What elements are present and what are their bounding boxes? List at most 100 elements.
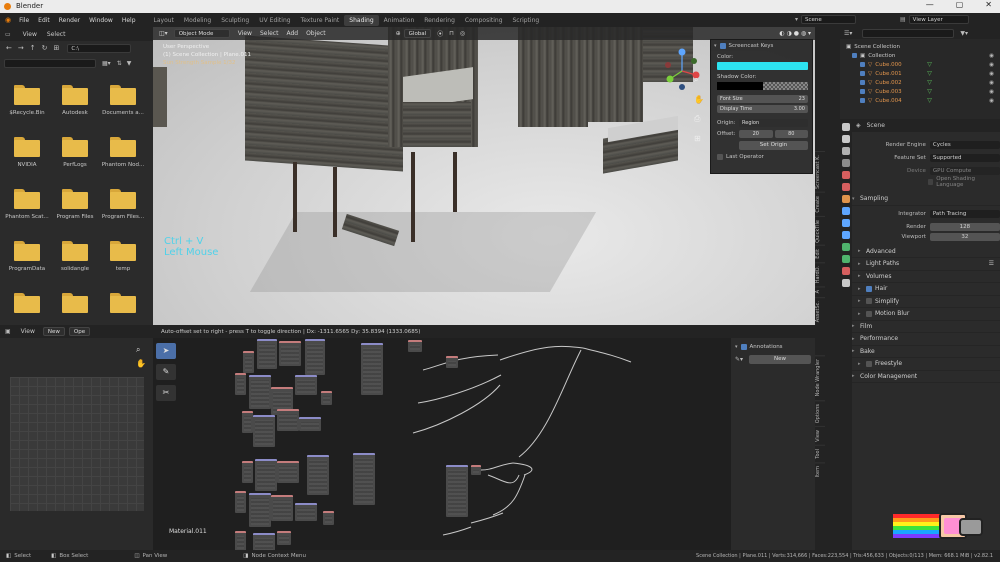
tab-animation[interactable]: Animation: [379, 15, 420, 26]
display-time-field[interactable]: Display Time 3.00: [717, 105, 808, 113]
vp-menu-select[interactable]: Select: [260, 30, 279, 37]
viewport-sidebar-tab[interactable]: Edit: [815, 245, 825, 263]
forward-arrow-icon[interactable]: →: [18, 44, 24, 52]
visibility-eye-icon[interactable]: ◉: [989, 89, 994, 95]
exclude-checkbox[interactable]: [860, 80, 865, 85]
outliner-item[interactable]: ▽ Cube.003 ▽ ◉: [840, 87, 1000, 96]
section-checkbox[interactable]: [866, 360, 872, 367]
shader-node[interactable]: [408, 340, 422, 352]
shader-node[interactable]: [361, 343, 383, 395]
render-samples-field[interactable]: 128: [929, 222, 1000, 231]
blender-menu-icon[interactable]: ◉: [5, 16, 11, 24]
back-arrow-icon[interactable]: ←: [6, 44, 12, 52]
preset-list-icon[interactable]: ☰: [989, 260, 994, 267]
visibility-eye-icon[interactable]: ◉: [989, 62, 994, 68]
folder-item[interactable]: Phantom Nod...: [99, 137, 147, 175]
node-editor-sidebar-tab[interactable]: Item: [815, 461, 825, 480]
shader-node[interactable]: [242, 461, 253, 483]
feature-set-dropdown[interactable]: Supported: [929, 154, 1000, 162]
shader-node[interactable]: [249, 493, 271, 527]
outliner-item[interactable]: ▽ Cube.001 ▽ ◉: [840, 69, 1000, 78]
tab-layout[interactable]: Layout: [149, 15, 179, 26]
close-button[interactable]: ✕: [985, 0, 992, 9]
tab-texture-paint[interactable]: Texture Paint: [296, 15, 345, 26]
properties-section[interactable]: ▸ Freestyle: [852, 358, 1000, 371]
zoom-icon[interactable]: ⌕: [694, 75, 704, 85]
image-new-button[interactable]: New: [42, 327, 65, 336]
outliner-search-input[interactable]: [862, 28, 955, 38]
folder-item[interactable]: $Recycle.Bin: [3, 85, 51, 123]
shader-node-editor[interactable]: Auto-offset set to right - press T to to…: [153, 325, 815, 553]
path-field[interactable]: C:\: [67, 43, 132, 53]
viewport-sidebar-tab[interactable]: Screencast K.: [815, 150, 825, 192]
properties-section[interactable]: ▸ Film: [852, 321, 1000, 333]
node-editor-sidebar-tab[interactable]: Options: [815, 399, 825, 427]
viewport-sidebar-tab[interactable]: Create: [815, 191, 825, 216]
folder-item[interactable]: Program Files...: [99, 189, 147, 227]
view-layer-selector[interactable]: ▤ View Layer: [900, 15, 969, 24]
snap-icon[interactable]: ⊓: [449, 30, 454, 37]
shader-node[interactable]: [471, 465, 481, 475]
img-menu-view[interactable]: View: [21, 328, 35, 335]
properties-section[interactable]: ▸ Hair: [852, 283, 1000, 296]
shader-node[interactable]: [242, 411, 253, 433]
shader-node[interactable]: [277, 409, 299, 431]
refresh-icon[interactable]: ↻: [42, 44, 48, 52]
fb-menu-select[interactable]: Select: [47, 31, 66, 38]
sort-icon[interactable]: ⇅: [117, 60, 122, 67]
node-editor-sidebar-tab[interactable]: View: [815, 426, 825, 445]
tab-shading[interactable]: Shading: [344, 14, 379, 26]
view-layer-field[interactable]: View Layer: [908, 15, 969, 24]
shader-node[interactable]: [243, 351, 254, 373]
file-search-input[interactable]: [4, 59, 96, 68]
visibility-eye-icon[interactable]: ◉: [989, 80, 994, 86]
tab-modeling[interactable]: Modeling: [179, 15, 216, 26]
osl-checkbox[interactable]: [927, 179, 934, 185]
physics-tab-icon[interactable]: [842, 231, 850, 239]
fb-menu-view[interactable]: View: [23, 31, 37, 38]
vp-menu-add[interactable]: Add: [286, 30, 298, 37]
display-mode-icon[interactable]: ▦▾: [102, 60, 111, 67]
viewport-samples-field[interactable]: 32: [929, 232, 1000, 241]
modifier-tab-icon[interactable]: [842, 207, 850, 215]
exclude-checkbox[interactable]: [860, 89, 865, 94]
camera-icon[interactable]: ⎙: [694, 114, 704, 124]
shader-node[interactable]: [446, 356, 458, 368]
constraints-tab-icon[interactable]: [842, 243, 850, 251]
offset-y-field[interactable]: 80: [774, 130, 808, 138]
zoom-icon[interactable]: ⌕: [136, 345, 140, 355]
section-checkbox[interactable]: [866, 285, 872, 292]
particles-tab-icon[interactable]: [842, 219, 850, 227]
scene-tab-icon[interactable]: [842, 171, 850, 179]
outliner-type-icon[interactable]: ☰▾: [844, 30, 852, 37]
image-editor-type-icon[interactable]: ▣: [5, 328, 11, 335]
menu-window[interactable]: Window: [89, 17, 113, 24]
folder-item[interactable]: NVIDIA: [3, 137, 51, 175]
node-editor-sidebar-tab[interactable]: Node Wrangler: [815, 355, 825, 400]
menu-edit[interactable]: Edit: [38, 17, 50, 24]
screencast-enable-checkbox[interactable]: [719, 42, 726, 49]
viewport-sidebar-tab[interactable]: HardO.: [815, 262, 825, 287]
texture-tab-icon[interactable]: [842, 279, 850, 287]
shader-node[interactable]: [279, 341, 301, 366]
viewport-sidebar-tab[interactable]: QuickTile: [815, 215, 825, 246]
shader-node[interactable]: [253, 415, 275, 447]
maximize-button[interactable]: ▢: [956, 0, 964, 9]
properties-section[interactable]: ▸ Motion Blur: [852, 308, 1000, 321]
exclude-checkbox[interactable]: [852, 53, 857, 58]
folder-item[interactable]: Phantom Scat...: [3, 189, 51, 227]
shader-node[interactable]: [235, 531, 246, 551]
shader-node[interactable]: [255, 459, 277, 491]
world-tab-icon[interactable]: [842, 183, 850, 191]
folder-item[interactable]: ProgramData: [3, 241, 51, 279]
shader-node[interactable]: [305, 339, 325, 375]
menu-render[interactable]: Render: [59, 17, 80, 24]
advanced-subsection[interactable]: ▸ Advanced: [852, 246, 1000, 258]
shader-node[interactable]: [235, 491, 246, 513]
shader-node[interactable]: [446, 465, 468, 517]
exclude-checkbox[interactable]: [860, 98, 865, 103]
filter-icon[interactable]: ▼▾: [960, 30, 968, 37]
annotations-panel-header[interactable]: ▾ Annotations: [731, 341, 815, 352]
outliner-item[interactable]: ▽ Cube.000 ▽ ◉: [840, 60, 1000, 69]
properties-section[interactable]: ▸ Simplify: [852, 296, 1000, 308]
